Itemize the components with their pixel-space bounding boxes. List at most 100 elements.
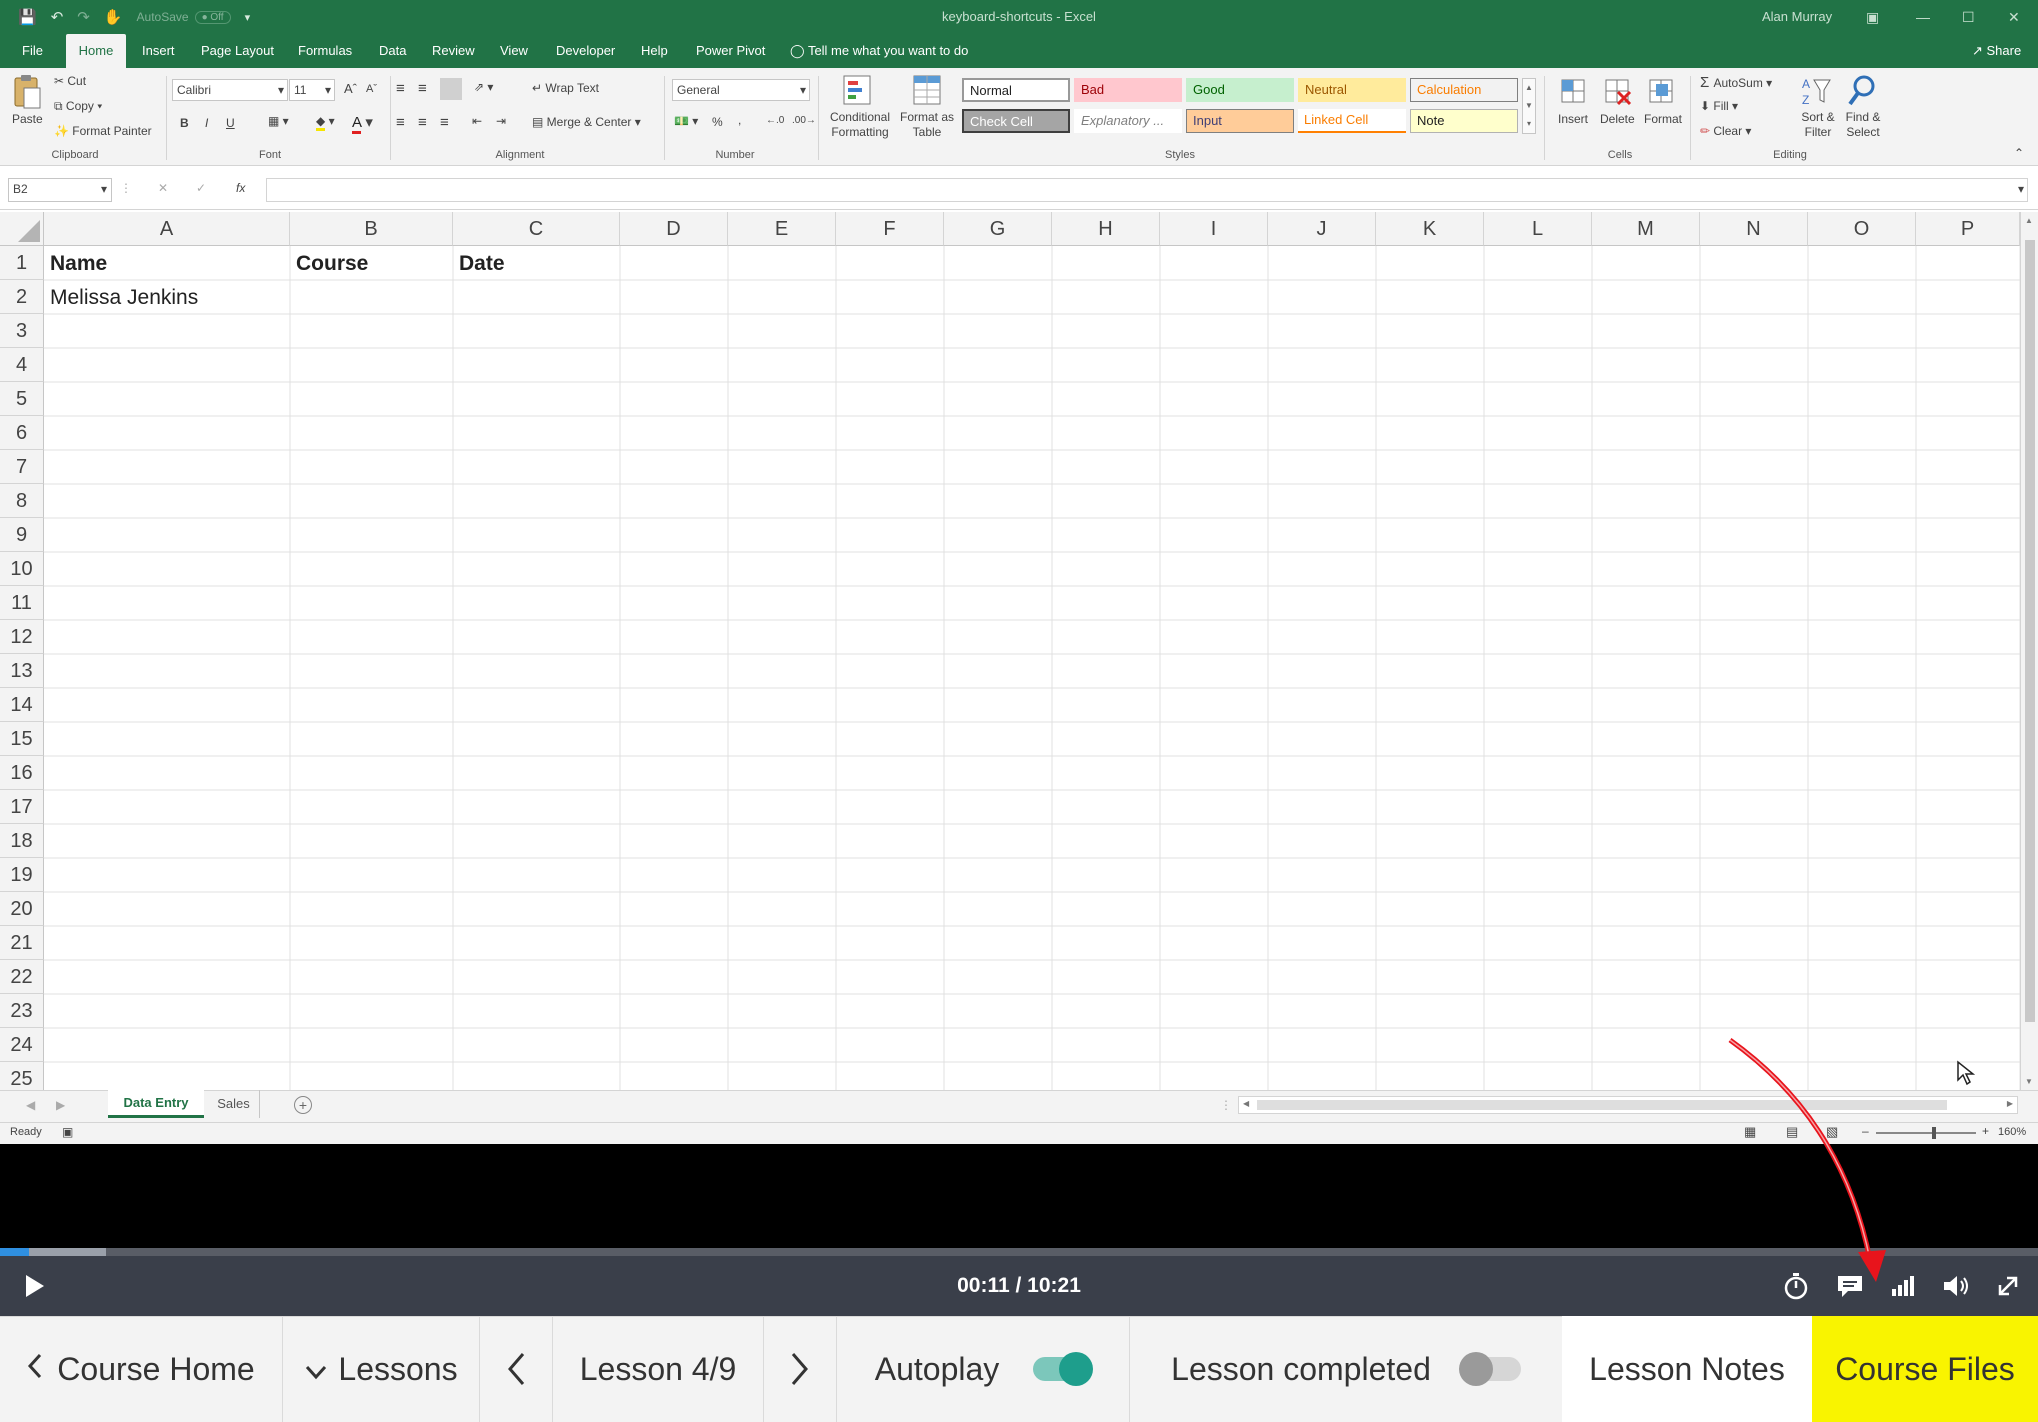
share-button[interactable]: ↗ Share <box>1972 34 2021 68</box>
h-scroll-right-icon[interactable]: ▶ <box>2007 1099 2013 1108</box>
name-box[interactable]: B2 ▾ <box>8 178 112 202</box>
scroll-down-icon[interactable]: ▼ <box>2025 1077 2033 1086</box>
macro-record-icon[interactable]: ▣ <box>62 1125 73 1139</box>
previous-lesson-button[interactable] <box>480 1316 552 1422</box>
decrease-font-icon[interactable]: Aˇ <box>366 83 377 95</box>
lesson-notes-button[interactable]: Lesson Notes <box>1562 1316 1812 1422</box>
style-explanatory[interactable]: Explanatory ... <box>1074 109 1182 133</box>
horizontal-scrollbar[interactable]: ◀ ▶ <box>1238 1096 2018 1114</box>
column-header-j[interactable]: J <box>1268 212 1376 246</box>
number-format-select[interactable]: General ▾ <box>672 79 810 101</box>
column-header-m[interactable]: M <box>1592 212 1700 246</box>
tab-formulas[interactable]: Formulas <box>298 34 352 68</box>
tab-home[interactable]: Home <box>66 34 126 68</box>
row-header-12[interactable]: 12 <box>0 620 44 654</box>
select-all-corner[interactable] <box>0 212 44 246</box>
paste-icon[interactable] <box>12 74 42 110</box>
comma-style-icon[interactable]: , <box>738 113 741 127</box>
font-size-select[interactable]: 11 ▾ <box>289 79 335 101</box>
align-left-icon[interactable]: ≡ <box>396 114 405 131</box>
cell-c1[interactable]: Date <box>453 247 505 281</box>
align-top-icon[interactable]: ≡ <box>396 80 405 97</box>
column-header-e[interactable]: E <box>728 212 836 246</box>
tab-insert[interactable]: Insert <box>142 34 175 68</box>
style-check-cell[interactable]: Check Cell <box>962 109 1070 133</box>
row-header-6[interactable]: 6 <box>0 416 44 450</box>
orientation-icon[interactable]: ⇗ ▾ <box>474 80 493 94</box>
style-input[interactable]: Input <box>1186 109 1294 133</box>
tab-split-icon[interactable]: ⋮ <box>1220 1098 1232 1112</box>
tell-me-box[interactable]: ◯ Tell me what you want to do <box>790 34 968 68</box>
new-sheet-icon[interactable]: + <box>294 1096 312 1114</box>
clear-button[interactable]: ✏ Clear ▾ <box>1700 124 1751 138</box>
style-good[interactable]: Good <box>1186 78 1294 102</box>
vertical-scrollbar[interactable]: ▲ ▼ <box>2020 212 2038 1090</box>
tab-view[interactable]: View <box>500 34 528 68</box>
increase-indent-icon[interactable]: ⇥ <box>496 114 506 128</box>
column-header-h[interactable]: H <box>1052 212 1160 246</box>
vertical-scroll-thumb[interactable] <box>2025 240 2035 1022</box>
column-header-k[interactable]: K <box>1376 212 1484 246</box>
cut-button[interactable]: ✂ Cut <box>54 74 86 88</box>
format-as-table-button[interactable]: Format as Table <box>896 110 958 140</box>
fill-button[interactable]: ⬇ Fill ▾ <box>1700 99 1738 113</box>
format-as-table-icon[interactable] <box>912 74 944 106</box>
sheet-scroll-right-icon[interactable]: ▶ <box>56 1098 65 1112</box>
tab-developer[interactable]: Developer <box>556 34 615 68</box>
ribbon-display-icon[interactable]: ▣ <box>1866 0 1879 34</box>
insert-cells-icon[interactable] <box>1560 76 1588 106</box>
row-header-13[interactable]: 13 <box>0 654 44 688</box>
row-header-22[interactable]: 22 <box>0 960 44 994</box>
format-cells-label[interactable]: Format <box>1644 112 1682 126</box>
row-header-5[interactable]: 5 <box>0 382 44 416</box>
sort-filter-icon[interactable]: AZ <box>1800 74 1832 108</box>
accounting-format-icon[interactable]: 💵 ▾ <box>674 114 698 128</box>
column-header-i[interactable]: I <box>1160 212 1268 246</box>
sheet-tab-data-entry[interactable]: Data Entry <box>108 1090 204 1118</box>
next-lesson-button[interactable] <box>764 1316 836 1422</box>
volume-icon[interactable] <box>1936 1256 1976 1316</box>
column-header-l[interactable]: L <box>1484 212 1592 246</box>
enter-icon[interactable]: ✓ <box>196 181 206 195</box>
insert-function-button[interactable]: fx <box>236 181 245 195</box>
tab-help[interactable]: Help <box>641 34 668 68</box>
sheet-tab-sales[interactable]: Sales <box>208 1090 260 1118</box>
conditional-formatting-button[interactable]: Conditional Formatting <box>824 110 896 140</box>
close-icon[interactable]: ✕ <box>2008 0 2020 34</box>
expand-formula-bar-icon[interactable]: ▾ <box>2018 182 2024 196</box>
autosum-button[interactable]: Σ AutoSum ▾ <box>1700 74 1772 91</box>
worksheet-grid[interactable] <box>0 212 2038 1092</box>
tab-review[interactable]: Review <box>432 34 475 68</box>
maximize-icon[interactable]: ☐ <box>1962 0 1975 34</box>
course-home-button[interactable]: Course Home <box>0 1316 282 1422</box>
format-painter-button[interactable]: ✨ Format Painter <box>54 124 152 138</box>
tab-power-pivot[interactable]: Power Pivot <box>696 34 765 68</box>
style-calculation[interactable]: Calculation <box>1410 78 1518 102</box>
style-bad[interactable]: Bad <box>1074 78 1182 102</box>
column-header-b[interactable]: B <box>290 212 453 246</box>
column-header-d[interactable]: D <box>620 212 728 246</box>
row-header-2[interactable]: 2 <box>0 280 44 314</box>
italic-button[interactable]: I <box>205 116 208 130</box>
row-header-1[interactable]: 1 <box>0 246 44 280</box>
style-normal[interactable]: Normal <box>962 78 1070 102</box>
sort-filter-button[interactable]: Sort & Filter <box>1796 110 1840 140</box>
increase-font-icon[interactable]: Aˆ <box>344 81 357 96</box>
fill-color-icon[interactable]: ◆ ▾ <box>316 114 335 131</box>
style-neutral[interactable]: Neutral <box>1298 78 1406 102</box>
sheet-scroll-left-icon[interactable]: ◀ <box>26 1098 35 1112</box>
align-right-icon[interactable]: ≡ <box>440 114 449 131</box>
bold-button[interactable]: B <box>180 116 189 130</box>
column-header-g[interactable]: G <box>944 212 1052 246</box>
insert-cells-label[interactable]: Insert <box>1558 112 1588 126</box>
merge-center-button[interactable]: ▤ Merge & Center ▾ <box>532 115 641 129</box>
row-header-11[interactable]: 11 <box>0 586 44 620</box>
font-color-icon[interactable]: A ▾ <box>352 113 373 134</box>
copy-button[interactable]: ⧉ Copy ▾ <box>54 99 102 114</box>
align-center-icon[interactable]: ≡ <box>418 114 427 131</box>
delete-cells-label[interactable]: Delete <box>1600 112 1635 126</box>
column-header-n[interactable]: N <box>1700 212 1808 246</box>
column-header-f[interactable]: F <box>836 212 944 246</box>
h-scroll-left-icon[interactable]: ◀ <box>1243 1099 1249 1108</box>
underline-button[interactable]: U <box>226 116 235 130</box>
